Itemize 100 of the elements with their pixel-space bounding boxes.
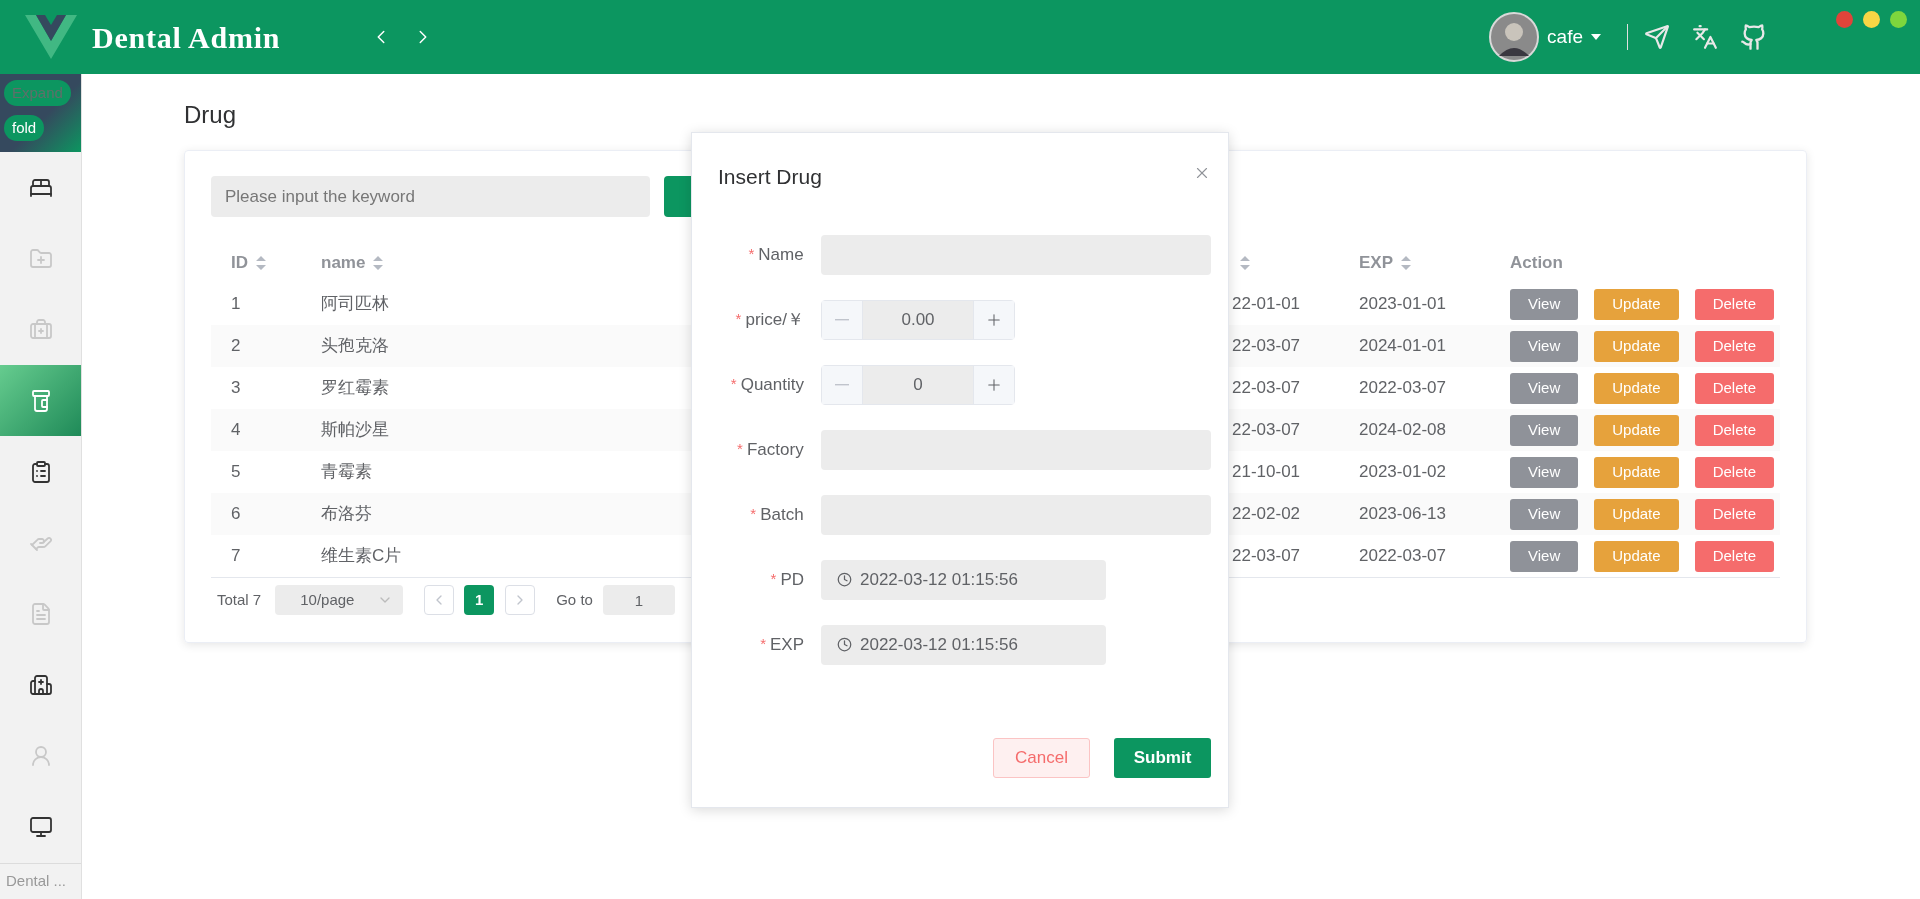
field-label: Factory [746, 438, 804, 461]
table-cell-text: 1 [231, 293, 241, 316]
decrease-button[interactable] [822, 365, 863, 404]
view-button[interactable]: View [1510, 498, 1579, 530]
update-button[interactable]: Update [1594, 540, 1679, 572]
delete-button[interactable]: Delete [1694, 288, 1774, 320]
view-button[interactable]: View [1510, 540, 1579, 572]
total-count: Total 7 [216, 589, 262, 610]
caret-icon[interactable] [1591, 34, 1601, 40]
increase-button[interactable] [973, 365, 1014, 404]
table-cell-text: 22-03-07 [1232, 377, 1301, 400]
number-field[interactable]: 0.00 [821, 299, 1015, 340]
update-button[interactable]: Update [1594, 288, 1679, 320]
table-cell-text: 头孢克洛 [321, 335, 389, 358]
clock-icon [837, 637, 852, 652]
sort-icon[interactable] [1240, 256, 1250, 270]
table-cell-text: 22-01-01 [1232, 293, 1301, 316]
sort-icon[interactable] [256, 256, 266, 270]
view-button[interactable]: View [1510, 456, 1579, 488]
table-cell-text: 布洛芬 [321, 503, 372, 526]
table-cell-text: 22-03-07 [1232, 335, 1301, 358]
view-button[interactable]: View [1510, 330, 1579, 362]
table-cell-text: 22-03-07 [1232, 419, 1301, 442]
table-cell-text: 2022-03-07 [1359, 545, 1446, 568]
hospital-icon [28, 672, 53, 697]
medical-case-icon [28, 317, 53, 342]
field-label: price/￥ [745, 308, 804, 331]
table-cell-text: 斯帕沙星 [321, 419, 389, 442]
date-time-field[interactable]: 2022-03-12 01:15:56 [821, 624, 1106, 665]
delete-button[interactable]: Delete [1694, 372, 1774, 404]
page-button[interactable]: 1 [464, 585, 495, 615]
sort-icon[interactable] [373, 256, 384, 270]
increase-button[interactable] [973, 300, 1014, 339]
required-mark: * [748, 244, 755, 265]
field-label: Batch [760, 503, 804, 526]
table-cell-text: 2023-01-02 [1359, 461, 1446, 484]
sidebar-footer-text: Dental ... [6, 871, 67, 892]
update-button[interactable]: Update [1594, 498, 1679, 530]
menu-item[interactable] [0, 365, 81, 436]
required-mark: * [770, 569, 777, 590]
required-mark: * [730, 374, 737, 395]
required-mark: * [735, 309, 742, 330]
delete-button[interactable]: Delete [1694, 456, 1774, 488]
goto-page-field[interactable]: 1 [602, 585, 675, 615]
column-header: EXP [1359, 252, 1394, 275]
app-title: Dental Admin [92, 19, 281, 56]
delete-button[interactable]: Delete [1694, 498, 1774, 530]
clock-icon [837, 572, 852, 587]
previous-page-button[interactable] [424, 585, 455, 615]
column-header: ID [231, 252, 248, 275]
view-button[interactable]: View [1510, 372, 1579, 404]
next-page-button[interactable] [505, 585, 536, 615]
search-field[interactable]: Please input the keyword [211, 176, 650, 217]
view-button[interactable]: View [1510, 288, 1579, 320]
table-cell-text: 青霉素 [321, 461, 372, 484]
sidebar-toggle-button[interactable]: fold [4, 115, 45, 141]
required-mark: * [737, 439, 743, 460]
view-button[interactable]: View [1510, 414, 1579, 446]
translate-icon[interactable] [1692, 24, 1718, 50]
table-cell-text: 2024-02-08 [1359, 419, 1446, 442]
column-header: Action [1510, 252, 1563, 275]
required-mark: * [760, 634, 766, 655]
sort-icon[interactable] [1401, 256, 1412, 270]
required-mark: * [750, 504, 757, 525]
avatar[interactable] [1489, 12, 1540, 62]
update-button[interactable]: Update [1594, 330, 1679, 362]
minus-icon [835, 318, 849, 321]
table-cell-text: 2024-01-01 [1359, 335, 1446, 358]
decrease-button[interactable] [822, 300, 863, 339]
table-cell-text: 2023-06-13 [1359, 503, 1446, 526]
update-button[interactable]: Update [1594, 456, 1679, 488]
date-time-field[interactable]: 2022-03-12 01:15:56 [821, 559, 1106, 600]
table-cell-text: 阿司匹林 [321, 293, 389, 316]
delete-button[interactable]: Delete [1694, 414, 1774, 446]
submit-button[interactable]: Submit [1114, 738, 1211, 778]
goto-label: Go to [556, 589, 593, 610]
table-cell-text: 4 [231, 419, 241, 442]
user-name[interactable]: cafe [1547, 22, 1583, 52]
field-label: Quantity [740, 373, 804, 396]
table-cell-text: 22-02-02 [1232, 503, 1301, 526]
number-value: 0.00 [863, 300, 973, 339]
number-value: 0 [863, 365, 973, 404]
table-cell-text: 2023-01-01 [1359, 293, 1446, 316]
field-label: EXP [769, 633, 804, 656]
send-icon[interactable] [1644, 24, 1670, 50]
folder-plus-icon [28, 246, 53, 271]
logo-icon [25, 15, 77, 59]
dialog-title: Insert Drug [718, 164, 822, 190]
page-size-select[interactable]: 10/page [275, 585, 404, 615]
update-button[interactable]: Update [1594, 414, 1679, 446]
table-cell-text: 罗红霉素 [321, 377, 389, 400]
table-cell-text: 2 [231, 335, 241, 358]
update-button[interactable]: Update [1594, 372, 1679, 404]
cancel-button[interactable]: Cancel [993, 738, 1090, 778]
field-label: Name [758, 243, 804, 266]
table-cell-text: 2022-03-07 [1359, 377, 1446, 400]
number-field[interactable]: 0 [821, 364, 1015, 405]
delete-button[interactable]: Delete [1694, 330, 1774, 362]
table-cell-text: 22-03-07 [1232, 545, 1301, 568]
delete-button[interactable]: Delete [1694, 540, 1774, 572]
